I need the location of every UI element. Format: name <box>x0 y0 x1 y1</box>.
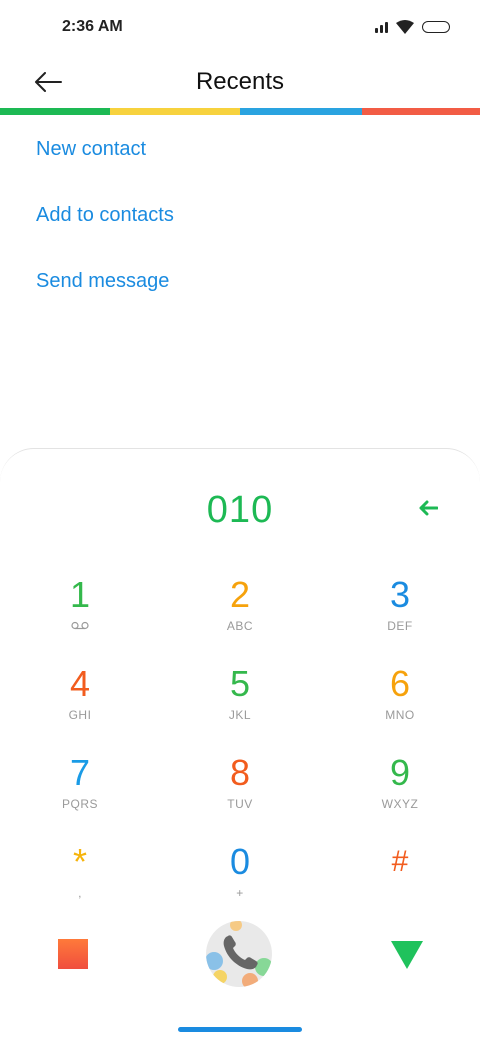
key-5[interactable]: 5 JKL <box>180 664 300 744</box>
accent-segment-green <box>0 108 110 115</box>
phone-icon <box>206 921 272 987</box>
key-digit: 0 <box>229 841 251 882</box>
key-0[interactable]: 0 + <box>180 842 300 922</box>
send-message-action[interactable]: Send message <box>0 248 480 314</box>
action-list: New contact Add to contacts Send message <box>0 116 480 314</box>
key-hash[interactable]: # <box>340 842 460 922</box>
key-digit: # <box>391 845 409 878</box>
dialer-sheet: 010 1 2 ABC 3 DEF 4 GHI 5 JKL 6 MNO 7 PQ… <box>0 448 480 1040</box>
call-button[interactable] <box>206 921 272 987</box>
status-bar: 2:36 AM <box>0 0 480 56</box>
voicemail-icon <box>20 619 140 635</box>
key-letters: DEF <box>387 619 413 633</box>
signal-icon <box>375 21 388 33</box>
backspace-arrow-icon <box>419 500 438 516</box>
page-title: Recents <box>195 68 285 95</box>
new-contact-action[interactable]: New contact <box>0 116 480 182</box>
key-digit: 9 <box>389 752 411 793</box>
key-3[interactable]: 3 DEF <box>340 575 460 655</box>
status-time: 2:36 AM <box>62 18 123 35</box>
key-letters: ABC <box>226 619 254 633</box>
key-digit: 5 <box>229 663 251 704</box>
key-digit: 6 <box>389 663 411 704</box>
key-letters: JKL <box>228 708 252 722</box>
key-8[interactable]: 8 TUV <box>180 753 300 833</box>
accent-segment-red <box>362 108 480 115</box>
key-star[interactable]: * , <box>20 842 140 922</box>
key-2[interactable]: 2 ABC <box>180 575 300 655</box>
key-digit: 4 <box>69 663 91 704</box>
key-7[interactable]: 7 PQRS <box>20 753 140 833</box>
key-digit: 7 <box>69 752 91 793</box>
key-4[interactable]: 4 GHI <box>20 664 140 744</box>
key-letters: , <box>78 886 82 900</box>
key-digit: 8 <box>229 752 251 793</box>
dialer-screen: 2:36 AM Recents New contact Add to conta… <box>0 0 480 1040</box>
key-letters: GHI <box>68 708 92 722</box>
status-icons <box>375 20 450 34</box>
key-digit: 1 <box>69 574 91 615</box>
wifi-icon <box>396 20 414 34</box>
backspace-button[interactable] <box>416 496 440 520</box>
battery-icon <box>422 21 450 33</box>
key-letters: + <box>236 886 244 900</box>
key-digit: * <box>72 841 87 882</box>
app-bar: Recents <box>0 56 480 108</box>
accent-color-strip <box>0 108 480 115</box>
key-letters: PQRS <box>61 797 98 811</box>
dialed-number[interactable]: 010 <box>0 489 480 532</box>
green-triangle-icon[interactable] <box>391 941 423 969</box>
accent-segment-blue <box>240 108 362 115</box>
key-9[interactable]: 9 WXYZ <box>340 753 460 833</box>
key-letters: WXYZ <box>381 797 419 811</box>
key-digit: 2 <box>229 574 251 615</box>
accent-segment-yellow <box>110 108 240 115</box>
home-indicator[interactable] <box>178 1027 302 1032</box>
orange-square-icon[interactable] <box>58 939 88 969</box>
key-1[interactable]: 1 <box>20 575 140 655</box>
key-letters <box>340 886 460 902</box>
dialer-bottom-row <box>0 921 480 991</box>
key-letters: TUV <box>227 797 253 811</box>
add-to-contacts-action[interactable]: Add to contacts <box>0 182 480 248</box>
key-digit: 3 <box>389 574 411 615</box>
key-letters: MNO <box>385 708 415 722</box>
key-6[interactable]: 6 MNO <box>340 664 460 744</box>
